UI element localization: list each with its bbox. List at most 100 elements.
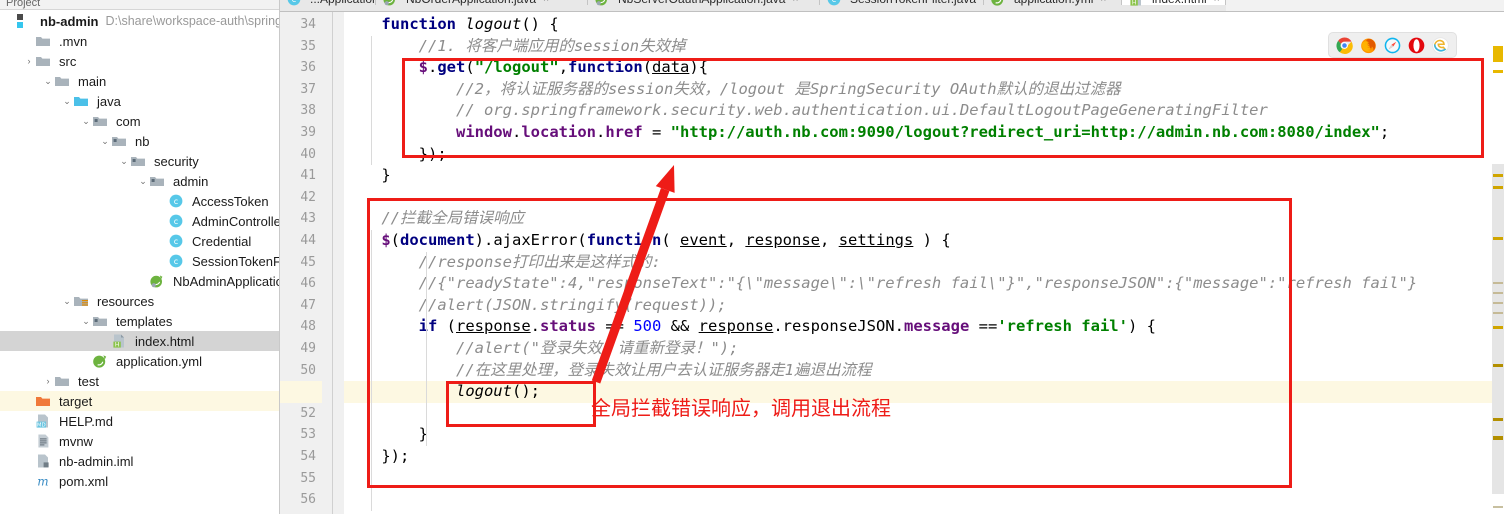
tree-node-test[interactable]: › test	[0, 371, 279, 391]
firefox-icon[interactable]	[1360, 37, 1377, 54]
tree-node-help-md[interactable]: MD HELP.md	[0, 411, 279, 431]
edge-icon[interactable]	[1432, 36, 1449, 54]
tree-node-nb-admin[interactable]: nb-admin D:\share\workspace-auth\springcl…	[0, 11, 279, 31]
tree-node-nb-admin-iml[interactable]: nb-admin.iml	[0, 451, 279, 471]
chevron-down-icon[interactable]: ⌄	[80, 316, 92, 326]
code-text-area[interactable]: function logout() { //1. 将客户端应用的session失…	[344, 12, 1492, 514]
chevron-down-icon[interactable]: ⌄	[118, 156, 130, 166]
code-line-53[interactable]: }	[344, 424, 428, 446]
code-line-34[interactable]: function logout() {	[344, 14, 558, 36]
tree-node-admin[interactable]: ⌄ admin	[0, 171, 279, 191]
chevron-down-icon[interactable]: ⌄	[80, 116, 92, 126]
close-icon[interactable]: ×	[543, 0, 549, 5]
tree-node-credential[interactable]: c Credential	[0, 231, 279, 251]
tree-node-label: AdminController	[192, 213, 280, 229]
editor-tab-0[interactable]: c...ApplicationJava×	[280, 0, 417, 6]
code-token: (	[390, 231, 401, 249]
code-token: .	[511, 123, 522, 141]
code-line-49[interactable]: //alert("登录失效！请重新登录！");	[344, 338, 738, 360]
chevron-right-icon[interactable]: ›	[42, 376, 54, 386]
tree-node-resources[interactable]: ⌄ resources	[0, 291, 279, 311]
safari-icon[interactable]	[1384, 37, 1401, 54]
code-editor[interactable]: 3435363738394041424344454647484950515253…	[280, 12, 1504, 514]
code-line-43[interactable]: //拦截全局错误响应	[344, 208, 524, 230]
chevron-right-icon[interactable]: ›	[23, 56, 35, 66]
code-line-35[interactable]: //1. 将客户端应用的session失效掉	[344, 36, 686, 58]
code-token: (	[661, 231, 681, 249]
code-line-37[interactable]: //2，将认证服务器的session失效，/logout 是SpringSecu…	[344, 79, 1121, 101]
project-tree[interactable]: nb-admin D:\share\workspace-auth\springcl…	[0, 11, 280, 491]
editor-tab-3[interactable]: cSessionTokenFilter.java×	[820, 0, 989, 6]
tree-node-sessiontokenfilter[interactable]: c SessionTokenFilter	[0, 251, 279, 271]
code-token: function	[568, 58, 643, 77]
code-line-44[interactable]: $(document).ajaxError(function( event, r…	[344, 230, 950, 252]
line-number: 35	[300, 38, 316, 54]
editor-scrollbar-thumb[interactable]	[1492, 164, 1504, 494]
editor-tab-4[interactable]: application.yml ×	[984, 0, 1122, 6]
tree-node-label: security	[154, 153, 199, 169]
code-line-45[interactable]: //response打印出来是这样式的:	[344, 252, 661, 274]
code-token: //alert("登录失效！请重新登录！");	[455, 339, 739, 357]
svg-text:c: c	[174, 217, 178, 226]
close-icon[interactable]: ×	[792, 0, 798, 5]
code-token: (	[446, 317, 456, 336]
scrollbar-marker[interactable]	[1493, 70, 1503, 73]
tree-node-target[interactable]: target	[0, 391, 279, 411]
spring-yaml-icon	[92, 353, 112, 369]
opera-icon[interactable]	[1408, 37, 1425, 54]
tree-node-accesstoken[interactable]: c AccessToken	[0, 191, 279, 211]
scrollbar-marker[interactable]	[1493, 506, 1503, 508]
chrome-icon[interactable]	[1336, 37, 1353, 54]
tree-node-nbadminapplication[interactable]: NbAdminApplication	[0, 271, 279, 291]
tree-node-label: .mvn	[59, 33, 88, 49]
tree-node-templates[interactable]: ⌄ templates	[0, 311, 279, 331]
code-line-40[interactable]: });	[344, 144, 447, 166]
code-line-38[interactable]: // org.springframework.security.web.auth…	[344, 100, 1268, 122]
tree-node-label: templates	[116, 313, 173, 329]
close-icon[interactable]: ×	[1100, 0, 1106, 5]
code-line-51[interactable]: logout();	[344, 381, 540, 403]
code-line-36[interactable]: $.get("/logout",function(data){	[344, 57, 708, 79]
open-in-browser-toolbar[interactable]	[1329, 33, 1456, 57]
editor-marker-scrollbar[interactable]	[1492, 24, 1504, 514]
code-line-48[interactable]: if (response.status == 500 && response.r…	[344, 316, 1156, 338]
tree-node-src[interactable]: › src	[0, 51, 279, 71]
chevron-down-icon[interactable]: ⌄	[61, 296, 73, 306]
tree-node-pom-xml[interactable]: m pom.xml	[0, 471, 279, 491]
tree-node--mvn[interactable]: .mvn	[0, 31, 279, 51]
tree-node-mvnw[interactable]: mvnw	[0, 431, 279, 451]
code-line-39[interactable]: window.location.href = "http://auth.nb.c…	[344, 122, 1389, 144]
tree-node-index-html[interactable]: Hindex.html	[0, 331, 279, 351]
editor-tab-5[interactable]: Hindex.html ×	[1122, 0, 1226, 7]
code-token: =	[642, 123, 671, 141]
chevron-down-icon[interactable]: ⌄	[61, 96, 73, 106]
folder-icon	[35, 33, 55, 49]
code-line-47[interactable]: //alert(JSON.stringify(request));	[344, 295, 727, 317]
tree-node-java[interactable]: ⌄ java	[0, 91, 279, 111]
code-line-50[interactable]: //在这里处理，登录失效让用户去认证服务器走1遍退出流程	[344, 360, 872, 382]
scrollbar-marker[interactable]	[1493, 46, 1503, 62]
code-line-54[interactable]: });	[344, 446, 409, 468]
tree-node-main[interactable]: ⌄ main	[0, 71, 279, 91]
editor-tab-1[interactable]: NbOrderApplication.java ×	[376, 0, 588, 6]
code-line-41[interactable]: }	[344, 165, 390, 187]
code-line-46[interactable]: //{"readyState":4,"responseText":"{\"mes…	[344, 273, 1418, 295]
tree-node-admincontroller[interactable]: c AdminController	[0, 211, 280, 231]
chevron-down-icon[interactable]: ⌄	[99, 136, 111, 146]
code-token: ==	[969, 317, 998, 336]
tree-node-application-yml[interactable]: application.yml	[0, 351, 279, 371]
tree-node-com[interactable]: ⌄ com	[0, 111, 279, 131]
code-token: response	[745, 231, 821, 249]
close-icon[interactable]: ×	[1214, 0, 1220, 5]
code-folding-gutter[interactable]	[322, 12, 381, 514]
svg-text:c: c	[174, 257, 178, 266]
chevron-down-icon[interactable]: ⌄	[42, 76, 54, 86]
chevron-down-icon[interactable]: ⌄	[137, 176, 149, 186]
line-number: 50	[300, 362, 316, 378]
tree-node-nb[interactable]: ⌄ nb	[0, 131, 279, 151]
editor-tab-2[interactable]: NbServerOauthApplication.java ×	[588, 0, 820, 6]
tree-node-security[interactable]: ⌄ security	[0, 151, 279, 171]
